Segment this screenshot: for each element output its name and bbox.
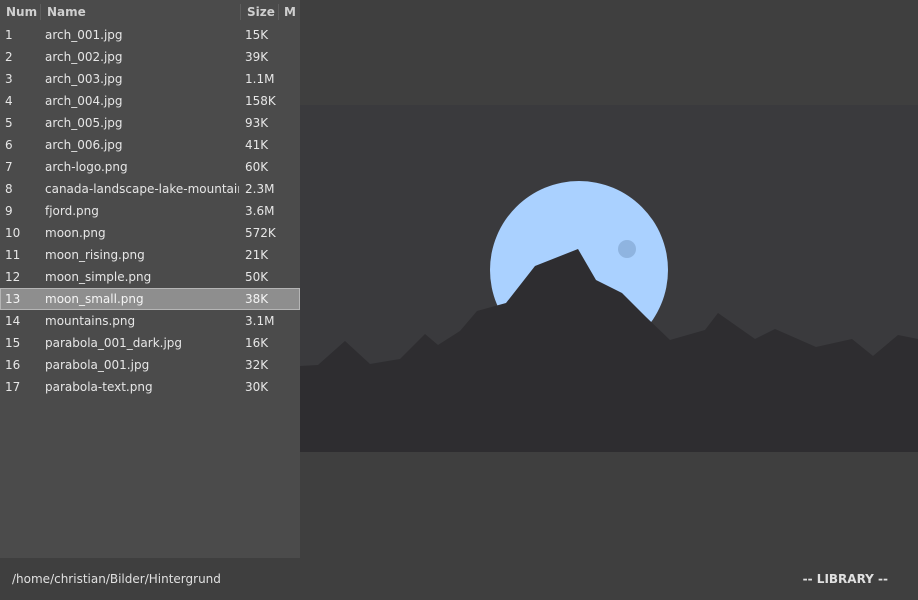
file-name: arch_002.jpg [45,50,123,64]
image-preview [300,105,918,452]
file-num: 6 [5,138,13,152]
file-num: 8 [5,182,13,196]
file-num: 16 [5,358,21,372]
file-size: 2.3M [245,182,275,196]
column-size[interactable]: Size [247,5,275,19]
moon-crater-shape [618,240,636,258]
file-size: 32K [245,358,269,372]
file-num: 14 [5,314,21,328]
file-size: 38K [245,292,269,306]
column-separator[interactable] [278,4,279,20]
file-row[interactable]: 8 canada-landscape-lake-mountains 2.3M [0,178,300,200]
file-name: parabola_001.jpg [45,358,150,372]
file-row[interactable]: 16 parabola_001.jpg 32K [0,354,300,376]
file-size: 3.6M [245,204,275,218]
file-size: 572K [245,226,276,240]
current-path: /home/christian/Bilder/Hintergrund [12,572,221,586]
status-bar: /home/christian/Bilder/Hintergrund -- LI… [0,558,918,600]
file-name: fjord.png [45,204,99,218]
file-row[interactable]: 10 moon.png 572K [0,222,300,244]
file-num: 2 [5,50,13,64]
file-row[interactable]: 4 arch_004.jpg 158K [0,90,300,112]
file-size: 21K [245,248,269,262]
file-size: 93K [245,116,269,130]
file-row[interactable]: 2 arch_002.jpg 39K [0,46,300,68]
file-name: moon_small.png [45,292,144,306]
file-row[interactable]: 5 arch_005.jpg 93K [0,112,300,134]
file-size: 16K [245,336,269,350]
column-separator[interactable] [40,4,41,20]
file-num: 10 [5,226,21,240]
library-header: Num Name Size M [0,0,300,24]
file-size: 30K [245,380,269,394]
column-mark[interactable]: M [284,5,296,19]
file-size: 39K [245,50,269,64]
file-num: 4 [5,94,13,108]
file-name: moon_rising.png [45,248,145,262]
file-row[interactable]: 12 moon_simple.png 50K [0,266,300,288]
file-row[interactable]: 1 arch_001.jpg 15K [0,24,300,46]
file-size: 15K [245,28,269,42]
file-num: 11 [5,248,21,262]
file-name: mountains.png [45,314,136,328]
file-size: 1.1M [245,72,275,86]
file-row[interactable]: 13 moon_small.png 38K [0,288,300,310]
column-num[interactable]: Num [6,5,37,19]
column-separator[interactable] [240,4,241,20]
file-size: 41K [245,138,269,152]
file-num: 13 [5,292,21,306]
file-name: arch_005.jpg [45,116,123,130]
file-name: moon.png [45,226,106,240]
file-name: canada-landscape-lake-mountains [45,182,239,196]
library-panel: Num Name Size M 1 arch_001.jpg 15K 2 arch_00… [0,0,300,558]
file-name: arch_001.jpg [45,28,123,42]
file-row[interactable]: 15 parabola_001_dark.jpg 16K [0,332,300,354]
file-size: 60K [245,160,269,174]
file-list: 1 arch_001.jpg 15K 2 arch_002.jpg 39K 3 arch_00… [0,24,300,398]
file-row[interactable]: 7 arch-logo.png 60K [0,156,300,178]
file-num: 5 [5,116,13,130]
file-num: 17 [5,380,21,394]
file-row[interactable]: 11 moon_rising.png 21K [0,244,300,266]
file-name: arch-logo.png [45,160,128,174]
file-num: 3 [5,72,13,86]
file-num: 12 [5,270,21,284]
file-row[interactable]: 17 parabola-text.png 30K [0,376,300,398]
file-size: 50K [245,270,269,284]
file-num: 9 [5,204,13,218]
file-num: 7 [5,160,13,174]
file-name: arch_004.jpg [45,94,123,108]
mode-indicator: -- LIBRARY -- [802,572,888,586]
file-size: 158K [245,94,276,108]
file-row[interactable]: 3 arch_003.jpg 1.1M [0,68,300,90]
file-name: arch_006.jpg [45,138,123,152]
file-row[interactable]: 6 arch_006.jpg 41K [0,134,300,156]
moon-mountains-image [300,181,918,452]
file-num: 1 [5,28,13,42]
column-name[interactable]: Name [47,5,86,19]
file-name: parabola_001_dark.jpg [45,336,183,350]
file-num: 15 [5,336,21,350]
file-size: 3.1M [245,314,275,328]
file-row[interactable]: 9 fjord.png 3.6M [0,200,300,222]
file-name: parabola-text.png [45,380,153,394]
file-name: arch_003.jpg [45,72,123,86]
file-name: moon_simple.png [45,270,152,284]
file-row[interactable]: 14 mountains.png 3.1M [0,310,300,332]
